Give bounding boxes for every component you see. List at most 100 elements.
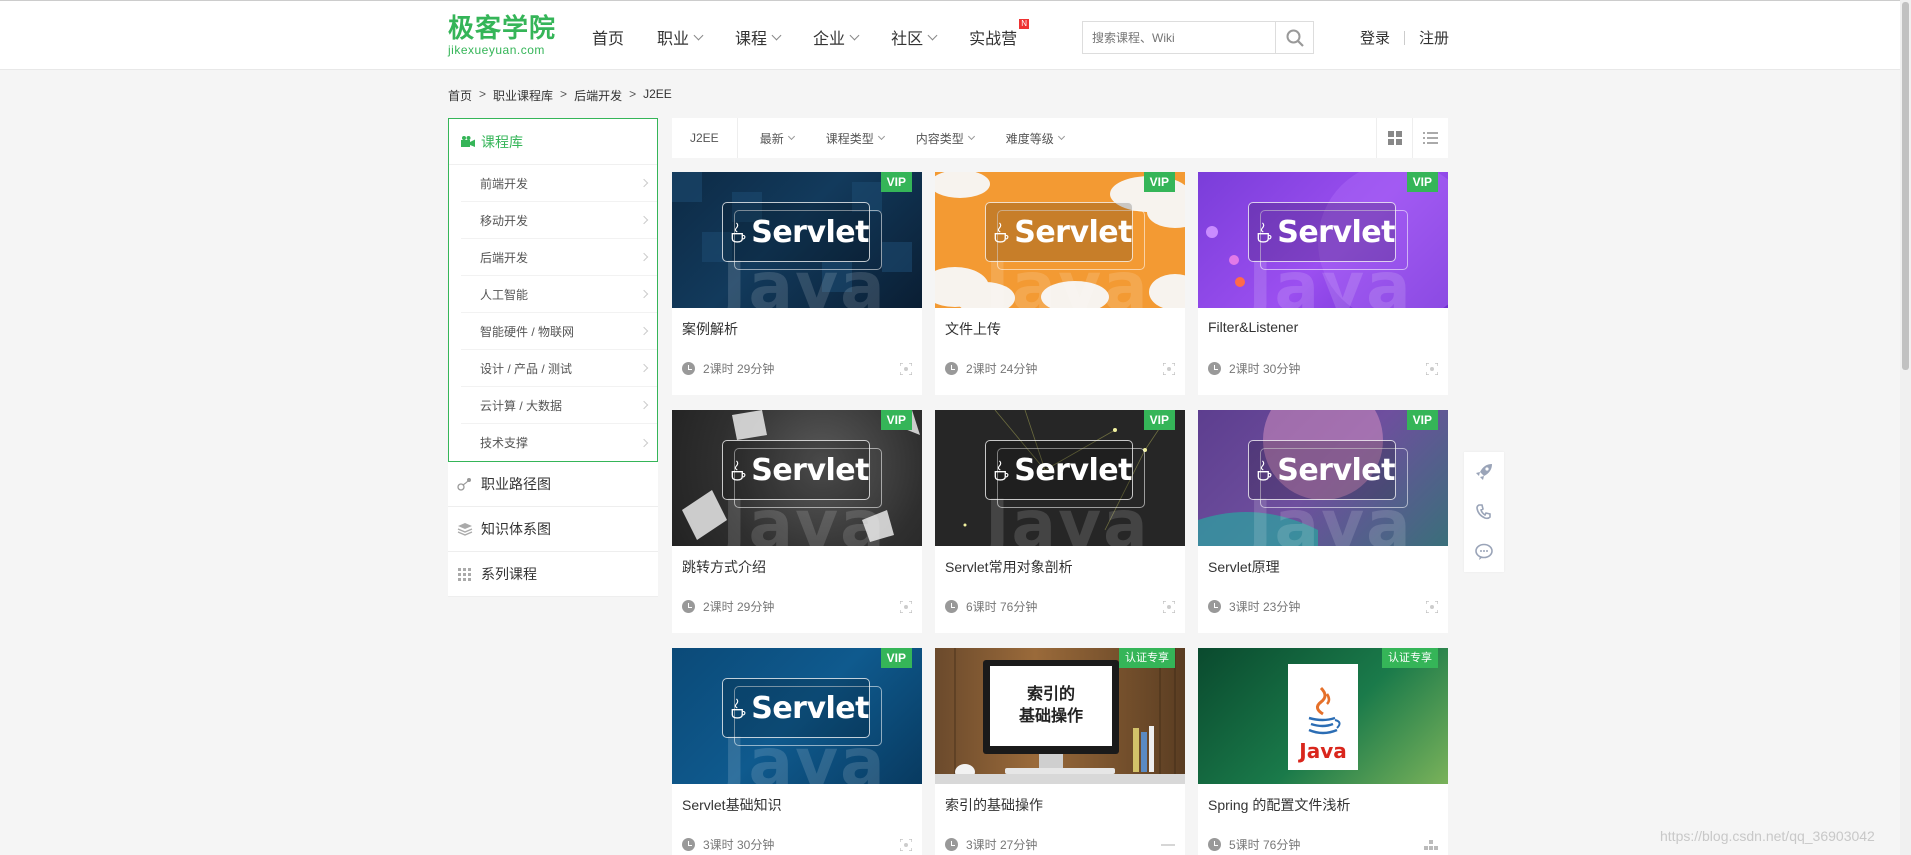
sidebar-item-frontend[interactable]: 前端开发 (461, 165, 657, 202)
course-thumbnail[interactable]: 索引的 基础操作 认证专享 (935, 648, 1185, 784)
filter-tag-j2ee[interactable]: J2EE (672, 118, 738, 158)
list-view-button[interactable] (1412, 118, 1448, 158)
chevron-right-icon (639, 178, 649, 188)
course-thumbnail[interactable]: Java Servlet VIP (1198, 172, 1448, 308)
sidebar-item-design[interactable]: 设计 / 产品 / 测试 (461, 350, 657, 387)
nav-bootcamp[interactable]: 实战营 N (969, 19, 1030, 49)
course-title[interactable]: Servlet常用对象剖析 (935, 546, 1185, 598)
course-title[interactable]: 索引的基础操作 (935, 784, 1185, 836)
nav-home[interactable]: 首页 (592, 25, 624, 49)
course-title[interactable]: 文件上传 (935, 308, 1185, 360)
course-title[interactable]: 案例解析 (672, 308, 922, 360)
scan-icon[interactable] (900, 362, 912, 375)
sidebar-link-knowledge-map[interactable]: 知识体系图 (448, 507, 658, 552)
scan-icon[interactable] (900, 600, 912, 613)
course-card[interactable]: 索引的 基础操作 认证专享 索引的基础操作 3课时 27分钟 (935, 648, 1185, 855)
filter-label: 难度等级 (1005, 131, 1054, 146)
course-thumbnail[interactable]: Java Servlet VIP (935, 172, 1185, 308)
filter-difficulty[interactable]: 难度等级 (1005, 130, 1065, 147)
filter-latest[interactable]: 最新 (760, 130, 795, 147)
course-thumbnail[interactable]: Java 认证专享 (1198, 648, 1448, 784)
sidebar-item-iot[interactable]: 智能硬件 / 物联网 (461, 313, 657, 350)
nav-community[interactable]: 社区 (891, 25, 938, 49)
course-meta: 6课时 76分钟 (935, 598, 1185, 615)
sidebar-link-career-path[interactable]: 职业路径图 (448, 462, 658, 507)
breadcrumb: 首页 > 职业课程库 > 后端开发 > J2EE (448, 87, 672, 104)
course-thumbnail[interactable]: Java Servlet VIP (672, 648, 922, 784)
servlet-label-box: Servlet (722, 202, 870, 262)
certified-badge: 认证专享 (1119, 648, 1175, 668)
breadcrumb-library[interactable]: 职业课程库 (493, 87, 553, 104)
nav-courses[interactable]: 课程 (735, 25, 782, 49)
nav-career[interactable]: 职业 (657, 25, 704, 49)
chat-icon[interactable] (1474, 542, 1494, 562)
nav-home-label: 首页 (592, 31, 625, 48)
course-duration: 2课时 24分钟 (966, 362, 1038, 376)
filter-course-type[interactable]: 课程类型 (826, 130, 885, 147)
sidebar-item-label: 后端开发 (480, 250, 529, 265)
scan-icon[interactable] (1163, 600, 1175, 613)
auth-divider (1404, 30, 1406, 45)
servlet-label-box: Servlet (1248, 202, 1396, 262)
more-icon[interactable] (1161, 842, 1175, 848)
sidebar-item-label: 智能硬件 / 物联网 (480, 324, 575, 339)
servlet-text: Servlet (751, 452, 869, 488)
course-title[interactable]: Filter&Listener (1198, 308, 1448, 360)
grid-view-button[interactable] (1376, 118, 1412, 158)
nav-community-label: 社区 (891, 31, 924, 48)
scrollbar-thumb[interactable] (1902, 2, 1909, 370)
login-link[interactable]: 登录 (1360, 27, 1390, 48)
search-button[interactable] (1275, 22, 1313, 53)
course-thumbnail[interactable]: Java Servlet VIP (672, 410, 922, 546)
watermark-text: https://blog.csdn.net/qq_36903042 (1660, 828, 1875, 844)
course-thumbnail[interactable]: Java Servlet VIP (935, 410, 1185, 546)
rocket-icon[interactable] (1474, 462, 1494, 482)
scan-icon[interactable] (1163, 362, 1175, 375)
search-input[interactable] (1083, 22, 1275, 53)
logo-text: 极客学院 (448, 14, 557, 44)
sidebar-link-label: 系列课程 (481, 566, 537, 582)
course-title[interactable]: Servlet基础知识 (672, 784, 922, 836)
scan-icon[interactable] (1426, 600, 1438, 613)
breadcrumb-home[interactable]: 首页 (448, 87, 472, 104)
nav-enterprise[interactable]: 企业 (813, 25, 860, 49)
course-card[interactable]: Java Servlet VIP 文件上传 2课时 24分钟 (935, 172, 1185, 395)
phone-icon[interactable] (1474, 502, 1494, 522)
course-title[interactable]: Servlet原理 (1198, 546, 1448, 598)
chevron-down-icon (1057, 132, 1065, 140)
course-card[interactable]: Java Servlet VIP 跳转方式介绍 2课时 29分钟 (672, 410, 922, 633)
scan-icon[interactable] (1426, 362, 1438, 375)
sidebar-item-ai[interactable]: 人工智能 (461, 276, 657, 313)
course-card[interactable]: Java Servlet VIP Servlet常用对象剖析 6课时 76分钟 (935, 410, 1185, 633)
java-logo-card: Java (1288, 664, 1358, 770)
scan-icon[interactable] (900, 838, 912, 851)
course-thumbnail[interactable]: Java Servlet VIP (672, 172, 922, 308)
sidebar-item-label: 云计算 / 大数据 (480, 398, 563, 413)
course-card[interactable]: Java Servlet VIP 案例解析 2课时 29分钟 (672, 172, 922, 395)
page-scrollbar[interactable] (1900, 0, 1911, 855)
register-link[interactable]: 注册 (1419, 27, 1449, 48)
breadcrumb-backend[interactable]: 后端开发 (574, 87, 622, 104)
site-logo[interactable]: 极客学院 jikexueyuan.com (448, 14, 556, 56)
filter-content-type[interactable]: 内容类型 (916, 130, 975, 147)
sidebar-link-series[interactable]: 系列课程 (448, 552, 658, 597)
nav-enterprise-label: 企业 (813, 31, 846, 48)
sidebar-item-mobile[interactable]: 移动开发 (461, 202, 657, 239)
chevron-right-icon (639, 215, 649, 225)
search-icon (1286, 29, 1304, 47)
course-title[interactable]: 跳转方式介绍 (672, 546, 922, 598)
course-library-header[interactable]: 课程库 (449, 119, 657, 165)
course-thumbnail[interactable]: Java Servlet VIP (1198, 410, 1448, 546)
course-card[interactable]: Java 认证专享 Spring 的配置文件浅析 5课时 76分钟 (1198, 648, 1448, 855)
sidebar-item-support[interactable]: 技术支撑 (461, 424, 657, 461)
network-icon[interactable] (1424, 839, 1438, 850)
course-card[interactable]: Java Servlet VIP Servlet原理 3课时 23分钟 (1198, 410, 1448, 633)
course-card[interactable]: Java Servlet VIP Filter&Listener 2课时 30分… (1198, 172, 1448, 395)
chevron-right-icon (639, 438, 649, 447)
course-duration: 3课时 30分钟 (703, 838, 775, 852)
course-card[interactable]: Java Servlet VIP Servlet基础知识 3课时 30分钟 (672, 648, 922, 855)
course-title[interactable]: Spring 的配置文件浅析 (1198, 784, 1448, 836)
sidebar-item-cloud[interactable]: 云计算 / 大数据 (461, 387, 657, 424)
vip-badge: VIP (1143, 410, 1175, 430)
sidebar-item-backend[interactable]: 后端开发 (461, 239, 657, 276)
